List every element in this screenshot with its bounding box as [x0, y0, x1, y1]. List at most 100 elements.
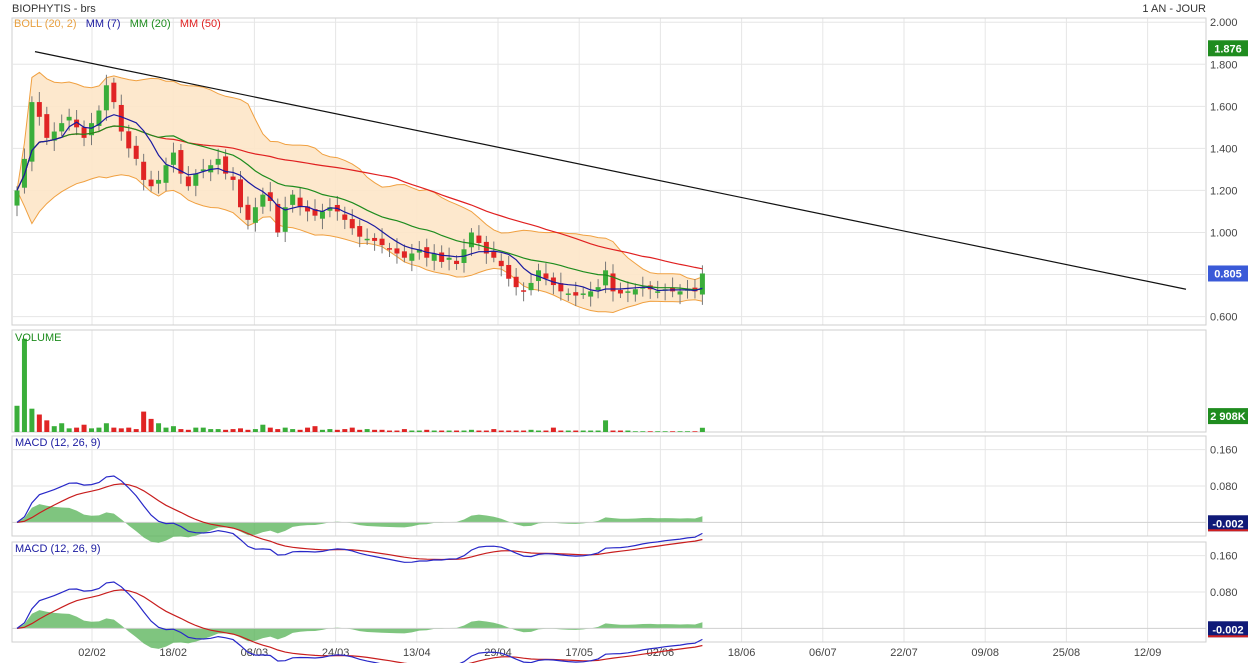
volume-bar [170, 426, 176, 432]
candle [446, 257, 452, 260]
candle [349, 219, 355, 229]
macd-title: MACD (12, 26, 9) [15, 437, 101, 449]
candle [409, 253, 415, 261]
candle [66, 116, 72, 121]
candle [342, 214, 348, 220]
candle [401, 251, 407, 258]
volume-bar [640, 431, 646, 432]
volume-bar [699, 427, 705, 432]
volume-bar [446, 430, 452, 432]
x-tick-label: 06/07 [809, 647, 837, 659]
volume-bar [439, 430, 445, 432]
candle [81, 127, 87, 138]
volume-bar [156, 423, 162, 432]
candle [439, 252, 445, 262]
candle [282, 207, 288, 232]
candle [156, 179, 162, 184]
candle [379, 238, 385, 246]
candle [468, 232, 474, 248]
candle [431, 253, 437, 261]
volume-bar [573, 430, 579, 432]
candle [603, 270, 609, 286]
volume-bar [483, 430, 489, 432]
volume-bar [677, 431, 683, 432]
candle [319, 211, 325, 219]
volume-bar [632, 431, 638, 432]
candle [491, 251, 497, 258]
candle [141, 161, 147, 180]
volume-bar [647, 431, 653, 432]
volume-bar [424, 429, 430, 432]
candle [528, 282, 534, 291]
candle [290, 194, 296, 205]
candle [29, 102, 35, 162]
candle [36, 102, 42, 117]
volume-bar [185, 429, 191, 432]
candle [655, 291, 661, 293]
candle [506, 264, 512, 279]
price-last-badge-label: 0.805 [1214, 268, 1242, 280]
candle [126, 131, 132, 149]
candle [215, 158, 221, 165]
volume-bar [655, 431, 661, 432]
candle [252, 207, 258, 223]
volume-bar [468, 429, 474, 432]
candle [163, 165, 169, 183]
x-tick-label: 17/05 [565, 647, 593, 659]
volume-bar [498, 430, 504, 432]
volume-bar [133, 429, 139, 432]
candle [118, 104, 124, 132]
volume-title: VOLUME [15, 332, 62, 344]
macd-histogram [17, 504, 703, 543]
volume-bar [260, 424, 266, 432]
volume-bar [588, 430, 594, 432]
panel-frame [11, 329, 1207, 433]
volume-bar [89, 428, 94, 432]
x-tick-label: 13/04 [403, 647, 431, 659]
volume-bar [357, 429, 363, 432]
legend-boll: BOLL (20, 2) [14, 18, 77, 30]
volume-bar [223, 429, 229, 432]
volume-bar [44, 420, 50, 432]
candle [498, 260, 504, 267]
y-tick-label: 0.080 [1210, 587, 1238, 599]
candle [372, 237, 378, 241]
candle [580, 293, 586, 295]
volume-bar [36, 414, 42, 432]
volume-bar [506, 430, 512, 432]
volume-bar [558, 430, 564, 432]
volume-bar [521, 430, 527, 432]
y-tick-label: 1.800 [1210, 59, 1238, 71]
volume-bar [118, 428, 124, 432]
candle [14, 190, 20, 206]
candle [357, 226, 363, 237]
volume-bar [305, 427, 311, 432]
volume-bar [409, 430, 415, 432]
volume-bar [267, 427, 273, 432]
volume-bar [692, 431, 698, 432]
chart-period[interactable]: 1 AN - JOUR [1142, 3, 1206, 15]
volume-bar [29, 408, 35, 432]
volume-bar [431, 430, 437, 432]
volume-bar [617, 430, 623, 432]
volume-bar [51, 426, 57, 432]
volume-bars [14, 338, 705, 432]
y-tick-label: 1.200 [1210, 185, 1238, 197]
candle [59, 123, 65, 132]
candle [364, 238, 370, 241]
volume-bar [96, 427, 102, 432]
volume-bar [208, 429, 214, 432]
volume-bar [461, 430, 467, 432]
volume-bar [297, 429, 303, 432]
volume-bar [528, 429, 534, 432]
candle [625, 291, 631, 293]
y-tick-label: 0.080 [1210, 481, 1238, 493]
candle [632, 289, 638, 295]
volume-bar [543, 430, 549, 432]
volume-bar [193, 427, 199, 432]
legend-mm50: MM (50) [179, 18, 221, 30]
candle [133, 145, 139, 159]
volume-bar [513, 430, 519, 432]
volume-bar [148, 418, 154, 432]
volume-bar [379, 429, 385, 432]
